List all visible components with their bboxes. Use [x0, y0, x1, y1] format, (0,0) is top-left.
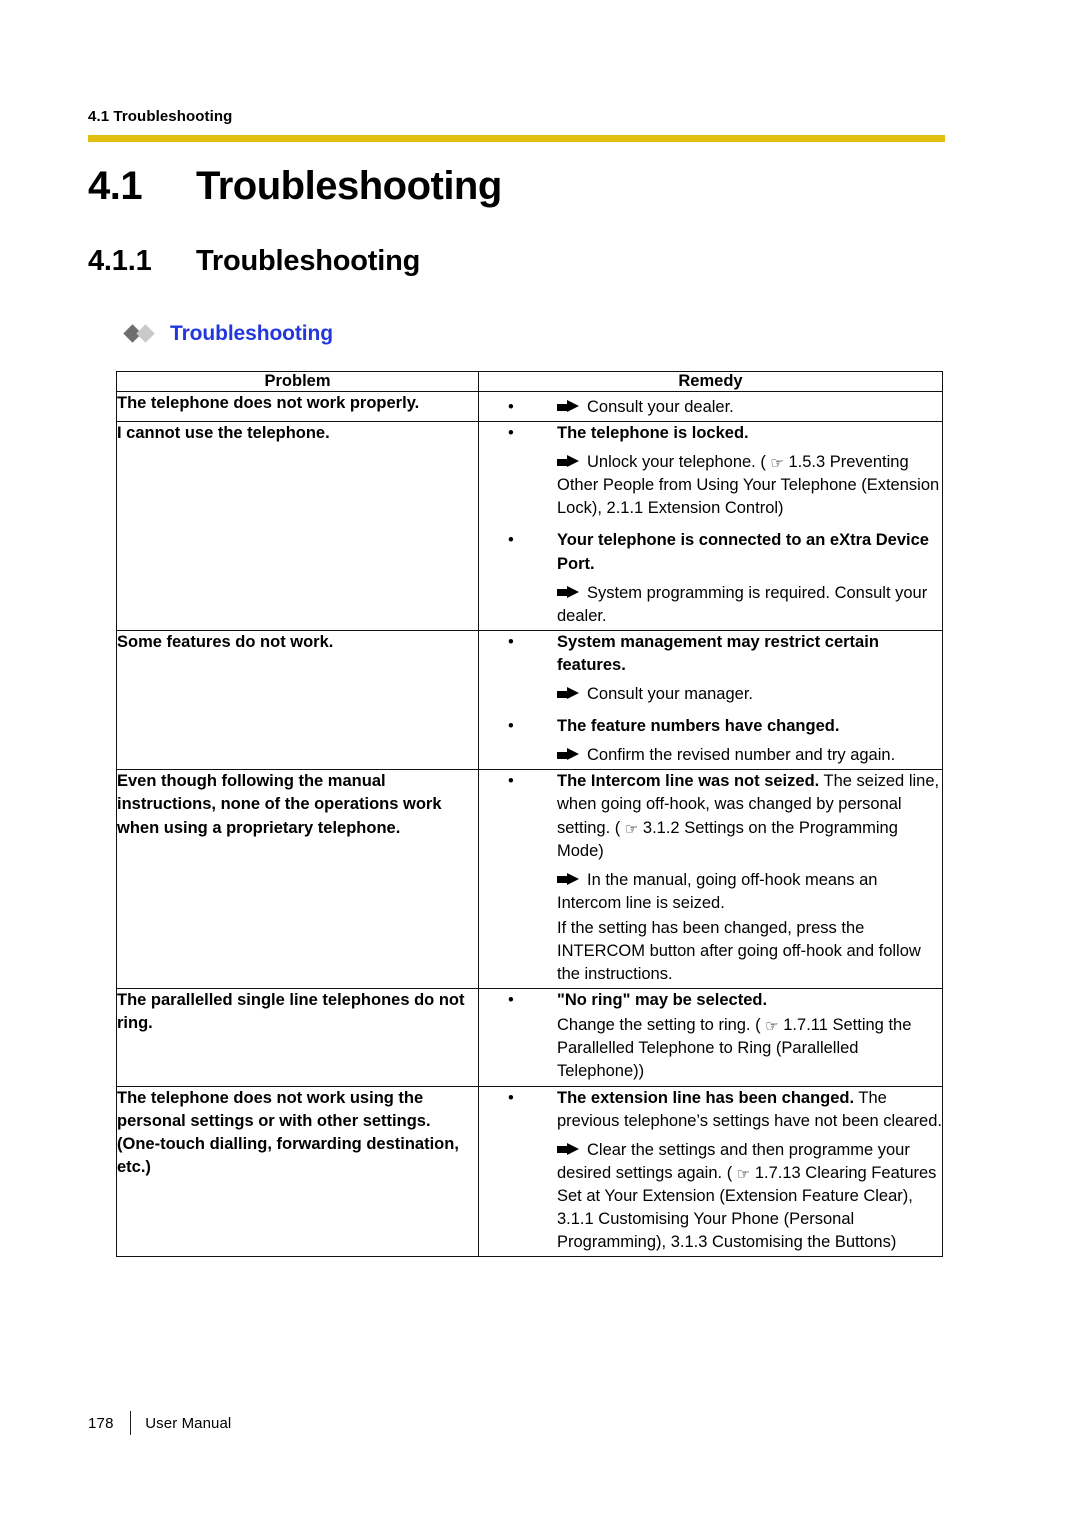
- header-rule: [88, 135, 945, 142]
- problem-cell: Even though following the manual instruc…: [116, 769, 479, 990]
- table-row: Even though following the manual instruc…: [116, 769, 943, 990]
- problem-cell: I cannot use the telephone.: [116, 421, 479, 631]
- remedy-cell: • The telephone is locked. Unlock your tel…: [478, 421, 943, 631]
- table-row: The parallelled single line telephones d…: [116, 988, 943, 1087]
- remedy-lead-bold: The feature numbers have changed.: [557, 717, 840, 736]
- remedy-lead-line: The extension line has been changed. The…: [557, 1087, 942, 1133]
- footer-page-number: 178: [88, 1414, 114, 1432]
- page-title: 4.1 Troubleshooting: [88, 164, 502, 209]
- column-header-remedy: Remedy: [478, 371, 943, 392]
- table-row: Some features do not work. • System manage…: [116, 629, 943, 771]
- troubleshooting-table: Problem Remedy The telephone does not wo…: [116, 371, 943, 1258]
- remedy-bullet-block: • Your telephone is connected to an eXtra…: [479, 529, 942, 627]
- remedy-paragraph-text: Unlock your telephone. ( ☞ 1.5.3 Prevent…: [557, 453, 940, 518]
- remedy-paragraph: Consult your manager.: [557, 683, 942, 706]
- page-footer: 178 User Manual: [88, 1411, 231, 1435]
- fat-arrow-icon: [557, 585, 580, 599]
- remedy-bullet-block: • "No ring" may be selected. Change the se…: [479, 989, 942, 1083]
- remedy-lead-bold: System management may restrict certain f…: [557, 632, 879, 674]
- table-header-row: Problem Remedy: [116, 371, 943, 392]
- fat-arrow-icon: [557, 687, 580, 700]
- remedy-bullet-block: • The telephone is locked. Unlock your tel…: [479, 422, 942, 520]
- fat-arrow-icon: [557, 748, 580, 761]
- remedy-paragraph: Clear the settings and then programme yo…: [557, 1139, 942, 1254]
- remedy-lead-line: The Intercom line was not seized. The se…: [557, 770, 942, 862]
- remedy-lead-bold: The Intercom line was not seized.: [557, 772, 820, 791]
- remedy-paragraph-text: System programming is required. Consult …: [557, 583, 928, 625]
- remedy-paragraph-text: Consult your manager.: [587, 685, 754, 704]
- remedy-lead-line: The telephone is locked.: [557, 422, 942, 445]
- remedy-paragraph: System programming is required. Consult …: [557, 582, 942, 628]
- remedy-cell: • The Intercom line was not seized. The s…: [478, 769, 943, 990]
- fat-arrow-icon: [557, 400, 580, 413]
- remedy-lead-line: Your telephone is connected to an eXtra …: [557, 529, 942, 575]
- heading2-number: 4.1.1: [88, 245, 152, 277]
- fat-arrow-icon: [557, 455, 580, 468]
- footer-divider: [129, 1411, 132, 1435]
- running-header: 4.1 Troubleshooting: [88, 108, 233, 125]
- remedy-bullet-block: • The feature numbers have changed. Confir…: [479, 715, 942, 767]
- heading1-title: Troubleshooting: [196, 164, 502, 208]
- bullet-marker: •: [508, 717, 514, 736]
- remedy-paragraph: Confirm the revised number and try again…: [557, 744, 942, 767]
- bullet-marker: •: [508, 424, 514, 443]
- subsection-heading: Troubleshooting: [123, 322, 333, 346]
- remedy-paragraph-text: Change the setting to ring. ( ☞ 1.7.11 S…: [557, 1016, 912, 1081]
- remedy-paragraph: Change the setting to ring. ( ☞ 1.7.11 S…: [557, 1014, 942, 1083]
- document-page: 4.1 Troubleshooting 4.1 Troubleshooting 4…: [0, 0, 1080, 1528]
- column-header-problem: Problem: [116, 371, 479, 392]
- remedy-paragraph-text: If the setting has been changed, press t…: [557, 918, 921, 984]
- remedy-cell: • System management may restrict certain …: [478, 629, 943, 771]
- remedy-lead-line: System management may restrict certain f…: [557, 631, 942, 677]
- table-row: The telephone does not work properly. • Co…: [116, 390, 943, 423]
- bullet-marker: •: [508, 772, 514, 791]
- remedy-lead-line: The feature numbers have changed.: [557, 715, 942, 738]
- bullet-marker: •: [508, 398, 514, 416]
- table-row: I cannot use the telephone. • The telephon…: [116, 421, 943, 631]
- remedy-cell: • The extension line has been changed. Th…: [478, 1085, 943, 1258]
- section-heading: 4.1.1 Troubleshooting: [88, 245, 420, 278]
- remedy-bullet-block: • System management may restrict certain …: [479, 631, 942, 706]
- remedy-lead-bold: The telephone is locked.: [557, 424, 749, 443]
- remedy-paragraph-text: Clear the settings and then programme yo…: [557, 1140, 937, 1252]
- double-diamond-icon: [123, 324, 162, 343]
- heading1-number: 4.1: [88, 164, 143, 208]
- remedy-paragraph: Consult your dealer.: [557, 396, 942, 419]
- problem-cell: The telephone does not work properly.: [116, 390, 479, 423]
- footer-label: User Manual: [145, 1414, 232, 1432]
- remedy-paragraph-text: Confirm the revised number and try again…: [587, 746, 896, 765]
- problem-cell: The parallelled single line telephones d…: [116, 988, 479, 1087]
- problem-cell: The telephone does not work using the pe…: [116, 1085, 479, 1258]
- pointing-hand-reference-icon: ☞: [765, 1017, 779, 1036]
- remedy-bullet-block: • Consult your dealer.: [479, 396, 942, 419]
- problem-cell: Some features do not work.: [116, 629, 479, 771]
- remedy-lead-bold: The extension line has been changed.: [557, 1088, 855, 1107]
- remedy-bullet-block: • The extension line has been changed. Th…: [479, 1087, 942, 1255]
- remedy-cell: • "No ring" may be selected. Change the se…: [478, 988, 943, 1087]
- bullet-marker: •: [508, 632, 514, 651]
- remedy-paragraph-text: In the manual, going off-hook means an I…: [557, 870, 878, 912]
- bullet-marker: •: [508, 531, 514, 550]
- remedy-paragraph: If the setting has been changed, press t…: [557, 917, 942, 986]
- remedy-paragraph-text: Consult your dealer.: [587, 398, 734, 416]
- diamond-light-icon: [136, 324, 155, 343]
- remedy-paragraph: In the manual, going off-hook means an I…: [557, 869, 942, 915]
- table-row: The telephone does not work using the pe…: [116, 1085, 943, 1258]
- bullet-marker: •: [508, 991, 514, 1010]
- remedy-lead-bold: "No ring" may be selected.: [557, 991, 768, 1010]
- remedy-cell: • Consult your dealer.: [478, 390, 943, 423]
- remedy-lead-line: "No ring" may be selected.: [557, 989, 942, 1012]
- remedy-bullet-block: • The Intercom line was not seized. The s…: [479, 770, 942, 986]
- heading2-title: Troubleshooting: [196, 245, 421, 277]
- table-body: The telephone does not work properly. • Co…: [116, 390, 943, 1258]
- pointing-hand-reference-icon: ☞: [770, 454, 784, 473]
- pointing-hand-reference-icon: ☞: [736, 1164, 751, 1183]
- bullet-marker: •: [508, 1088, 514, 1107]
- fat-arrow-icon: [557, 1142, 580, 1156]
- remedy-paragraph: Unlock your telephone. ( ☞ 1.5.3 Prevent…: [557, 451, 942, 520]
- pointing-hand-reference-icon: ☞: [624, 819, 639, 838]
- subsection-heading-label: Troubleshooting: [170, 322, 333, 345]
- fat-arrow-icon: [557, 872, 580, 886]
- remedy-lead-bold: Your telephone is connected to an eXtra …: [557, 531, 929, 573]
